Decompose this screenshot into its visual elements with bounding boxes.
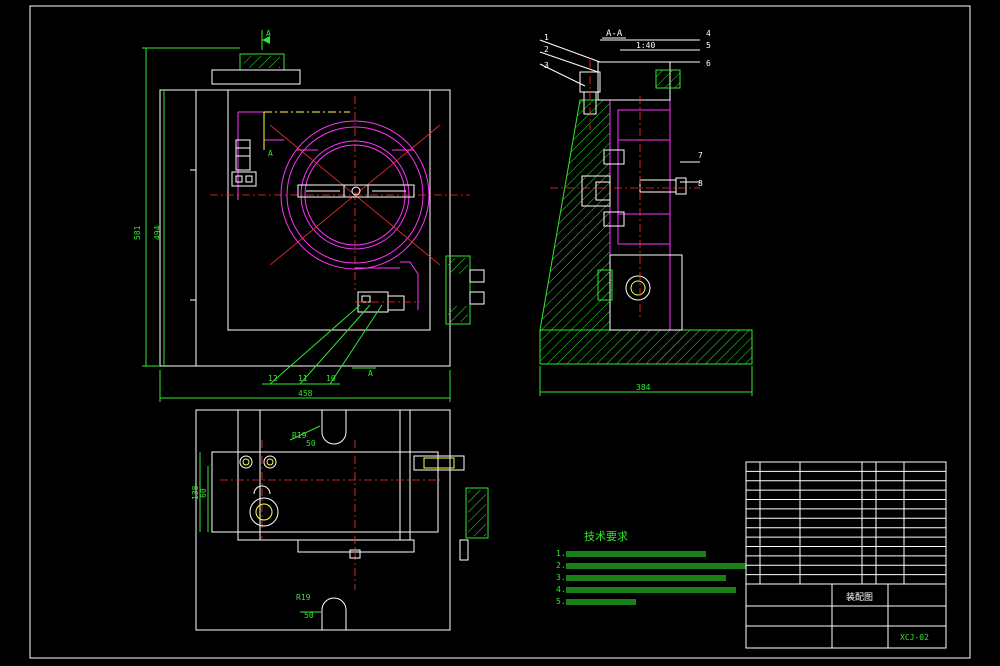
dim-main-width: 458 xyxy=(298,389,313,398)
tech-req-title: 技术要求 xyxy=(584,530,628,543)
side-leader-2: 2 xyxy=(544,45,549,54)
left-clamp-screw xyxy=(231,139,257,187)
dim-top-slot-sub: 50 xyxy=(306,439,316,448)
plan-outline xyxy=(195,409,451,631)
side-leader-3: 3 xyxy=(544,61,549,70)
tech-req-line-5: 5. xyxy=(556,597,566,606)
tech-req-line-4: 4. xyxy=(556,585,566,594)
technical-requirements: 技术要求 1. 2. 3. 4. 5. xyxy=(556,530,746,606)
dim-overall-height: 581 xyxy=(133,225,142,240)
side-scale-note: 1:40 xyxy=(636,41,655,50)
side-base xyxy=(539,329,753,365)
base-plate-outline xyxy=(159,89,451,367)
dim-top-slot-r: R19 xyxy=(292,431,307,440)
side-leader-5: 5 xyxy=(706,41,711,50)
side-leader-7: 7 xyxy=(698,151,703,160)
tech-req-line-1: 1. xyxy=(556,549,566,558)
dim-inner-height: 494 xyxy=(153,225,162,240)
title-block: 装配图 XCJ-02 xyxy=(745,461,947,649)
side-leader-6: 6 xyxy=(706,59,711,68)
side-leader-1: 1 xyxy=(544,33,549,42)
front-view: A A A 12 11 10 581 494 458 xyxy=(133,29,485,402)
dim-bottom-slot-r: R19 xyxy=(296,593,311,602)
dim-side-width: 384 xyxy=(636,383,651,392)
sheet-border xyxy=(29,5,971,659)
side-view: A-A 1 2 3 1:40 4 5 6 7 8 384 xyxy=(539,29,753,396)
drawing-canvas: A A A 12 11 10 581 494 458 A-A 1 2 3 1:4… xyxy=(29,5,971,659)
side-leader-4: 4 xyxy=(706,29,711,38)
section-mark-mid: A xyxy=(268,149,273,158)
section-mark-top: A xyxy=(266,29,271,38)
plan-view: 138 60 R19 50 R19 50 xyxy=(191,409,489,631)
tech-req-line-3: 3. xyxy=(556,573,566,582)
cad-drawing-sheet: A A A 12 11 10 581 494 458 A-A 1 2 3 1:4… xyxy=(0,0,1000,666)
leader-10: 10 xyxy=(326,374,336,383)
leader-11: 11 xyxy=(298,374,308,383)
title-block-name: 装配图 xyxy=(846,591,873,603)
side-leader-8: 8 xyxy=(698,179,703,188)
leader-12: 12 xyxy=(268,374,278,383)
section-mark-bottom: A xyxy=(368,369,373,378)
dim-plan-inner: 60 xyxy=(199,488,208,498)
title-block-drawing-no: XCJ-02 xyxy=(900,633,929,642)
tech-req-line-2: 2. xyxy=(556,561,566,570)
